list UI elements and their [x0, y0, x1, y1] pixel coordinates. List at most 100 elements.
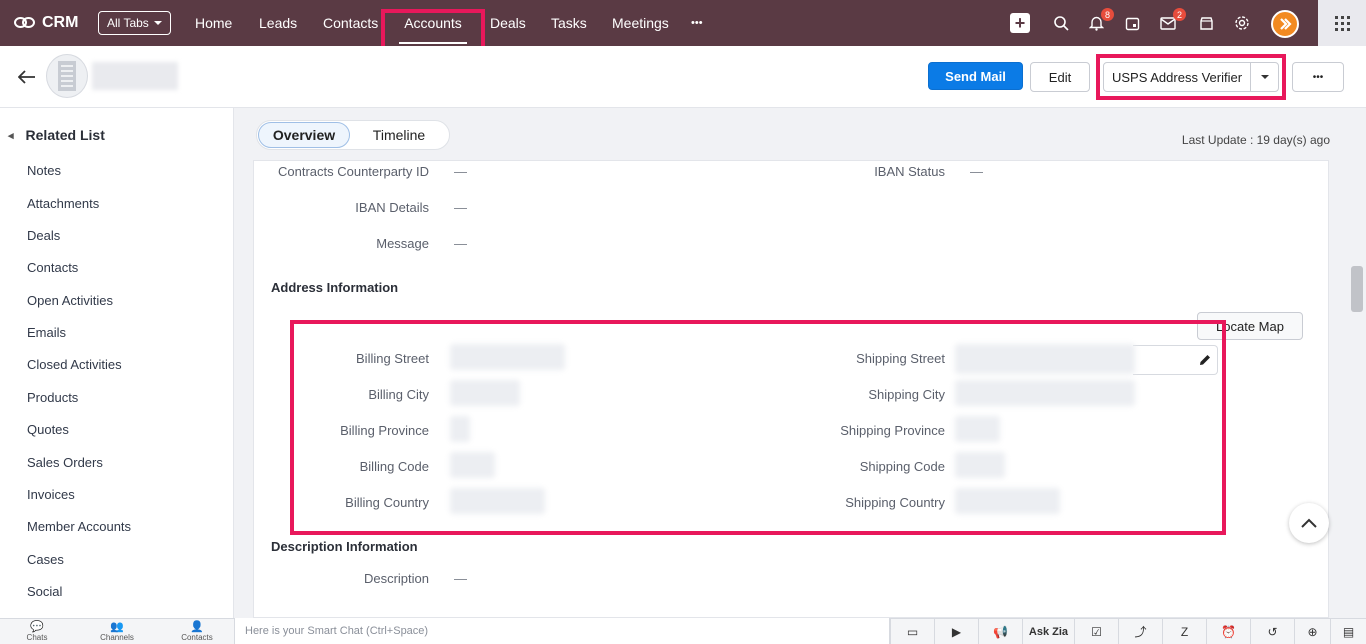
bottom-contacts[interactable]: 👤 Contacts: [172, 621, 222, 642]
sidebar-item-sales-orders[interactable]: Sales Orders: [27, 455, 103, 470]
gear-icon[interactable]: [1232, 13, 1252, 33]
tab-leads[interactable]: Leads: [259, 0, 297, 46]
ask-zia-button[interactable]: Ask Zia: [1022, 619, 1074, 644]
search-icon[interactable]: [1051, 13, 1071, 33]
sidebar-item-emails[interactable]: Emails: [27, 325, 66, 340]
billing-street-value-redacted[interactable]: [450, 344, 565, 370]
tab-home[interactable]: Home: [195, 0, 232, 46]
related-list-title: Related List: [25, 127, 105, 143]
tab-tasks[interactable]: Tasks: [551, 0, 587, 46]
channels-icon: 👥: [110, 621, 124, 633]
building-icon: [58, 61, 76, 91]
field-value-iban-status[interactable]: —: [970, 164, 983, 179]
user-avatar[interactable]: [1271, 10, 1299, 38]
field-value-message[interactable]: —: [454, 236, 467, 251]
blueprint-icon[interactable]: ⤴: [1118, 619, 1162, 644]
mail-icon[interactable]: 2: [1158, 8, 1186, 33]
collapse-sidebar-icon[interactable]: ◂: [8, 129, 14, 142]
channels-label: Channels: [100, 633, 134, 642]
back-arrow-icon[interactable]: [17, 64, 36, 90]
sidebar-item-contacts[interactable]: Contacts: [27, 260, 78, 275]
sidebar-item-invoices[interactable]: Invoices: [27, 487, 75, 502]
tab-timeline[interactable]: Timeline: [360, 122, 438, 148]
sidebar-item-closed-activities[interactable]: Closed Activities: [27, 357, 122, 372]
top-navigation: CRM All Tabs Home Leads Contacts Account…: [0, 0, 1366, 46]
chevron-down-icon: [1260, 75, 1269, 79]
shipping-code-value-redacted[interactable]: [955, 452, 1005, 478]
address-information-title: Address Information: [271, 280, 399, 295]
bell-icon[interactable]: 8: [1086, 8, 1114, 33]
billing-province-value-redacted[interactable]: [450, 416, 470, 442]
screen-share-icon[interactable]: ▭: [890, 619, 934, 644]
billing-city-value-redacted[interactable]: [450, 380, 520, 406]
history-icon[interactable]: ↺: [1250, 619, 1294, 644]
zia-icon[interactable]: Z: [1162, 619, 1206, 644]
usps-address-verifier-button[interactable]: USPS Address Verifier: [1103, 62, 1279, 92]
tab-meetings[interactable]: Meetings: [612, 0, 669, 46]
billing-street-label: Billing Street: [356, 351, 429, 366]
scrollbar-thumb[interactable]: [1351, 266, 1363, 312]
shipping-country-label: Shipping Country: [845, 495, 945, 510]
shipping-province-value-redacted[interactable]: [955, 416, 1000, 442]
sidebar-item-deals[interactable]: Deals: [27, 228, 60, 243]
calendar-icon[interactable]: [1122, 13, 1142, 33]
billing-province-label: Billing Province: [340, 423, 429, 438]
tab-overview[interactable]: Overview: [258, 122, 350, 148]
related-list-sidebar: ◂ Related List Notes Attachments Deals C…: [0, 108, 234, 618]
send-mail-button[interactable]: Send Mail: [928, 62, 1023, 90]
announcement-icon[interactable]: 📢: [978, 619, 1022, 644]
field-label-iban-details: IBAN Details: [355, 200, 429, 215]
notification-count-badge: 8: [1101, 8, 1114, 21]
video-icon[interactable]: ▶: [934, 619, 978, 644]
vertical-scrollbar[interactable]: [1350, 164, 1366, 618]
tab-accounts[interactable]: Accounts: [399, 0, 467, 46]
usps-dropdown-toggle[interactable]: [1250, 63, 1278, 91]
sidebar-item-member-accounts[interactable]: Member Accounts: [27, 519, 131, 534]
description-value[interactable]: —: [454, 571, 467, 586]
mail-count-badge: 2: [1173, 8, 1186, 21]
shipping-code-label: Shipping Code: [859, 459, 945, 474]
shipping-city-value-redacted[interactable]: [955, 380, 1135, 406]
field-value-iban-details[interactable]: —: [454, 200, 467, 215]
account-avatar: [46, 54, 88, 98]
sidebar-item-quotes[interactable]: Quotes: [27, 422, 69, 437]
add-icon[interactable]: +: [1010, 13, 1030, 33]
app-name: CRM: [42, 14, 79, 31]
related-list-header[interactable]: ◂ Related List: [8, 127, 105, 143]
crm-logo[interactable]: CRM: [14, 14, 98, 32]
pencil-icon[interactable]: [1199, 354, 1211, 369]
app-grid-button[interactable]: [1318, 0, 1366, 46]
notes-icon[interactable]: ▤: [1330, 619, 1366, 644]
locate-map-button[interactable]: Locate Map: [1197, 312, 1303, 340]
more-tabs-button[interactable]: •••: [691, 0, 703, 46]
all-tabs-button[interactable]: All Tabs: [98, 11, 171, 35]
tab-contacts[interactable]: Contacts: [323, 0, 378, 46]
sidebar-item-open-activities[interactable]: Open Activities: [27, 293, 113, 308]
sidebar-item-attachments[interactable]: Attachments: [27, 196, 99, 211]
billing-country-label: Billing Country: [345, 495, 429, 510]
field-value-contracts-counterparty-id[interactable]: —: [454, 164, 467, 179]
sidebar-item-cases[interactable]: Cases: [27, 552, 64, 567]
more-actions-button[interactable]: •••: [1292, 62, 1344, 92]
sidebar-item-notes[interactable]: Notes: [27, 163, 61, 178]
signals-icon[interactable]: ☑: [1074, 619, 1118, 644]
usps-label[interactable]: USPS Address Verifier: [1104, 63, 1250, 91]
billing-country-value-redacted[interactable]: [450, 488, 545, 514]
marketplace-icon[interactable]: [1196, 13, 1216, 33]
bottom-chats[interactable]: 💬 Chats: [12, 621, 62, 642]
billing-code-label: Billing Code: [359, 459, 429, 474]
billing-code-value-redacted[interactable]: [450, 452, 495, 478]
alarm-icon[interactable]: ⏰: [1206, 619, 1250, 644]
record-header: Send Mail Edit USPS Address Verifier •••: [0, 46, 1366, 108]
shipping-city-label: Shipping City: [868, 387, 945, 402]
scroll-to-top-button[interactable]: [1289, 503, 1329, 543]
shipping-street-value-redacted[interactable]: [955, 344, 1135, 374]
sidebar-item-products[interactable]: Products: [27, 390, 78, 405]
edit-button[interactable]: Edit: [1030, 62, 1090, 92]
bottom-channels[interactable]: 👥 Channels: [92, 621, 142, 642]
sidebar-item-social[interactable]: Social: [27, 584, 62, 599]
smart-chat-input[interactable]: Here is your Smart Chat (Ctrl+Space): [234, 618, 890, 644]
tab-deals[interactable]: Deals: [490, 0, 526, 46]
shipping-country-value-redacted[interactable]: [955, 488, 1060, 514]
accessibility-icon[interactable]: ⊕: [1294, 619, 1330, 644]
